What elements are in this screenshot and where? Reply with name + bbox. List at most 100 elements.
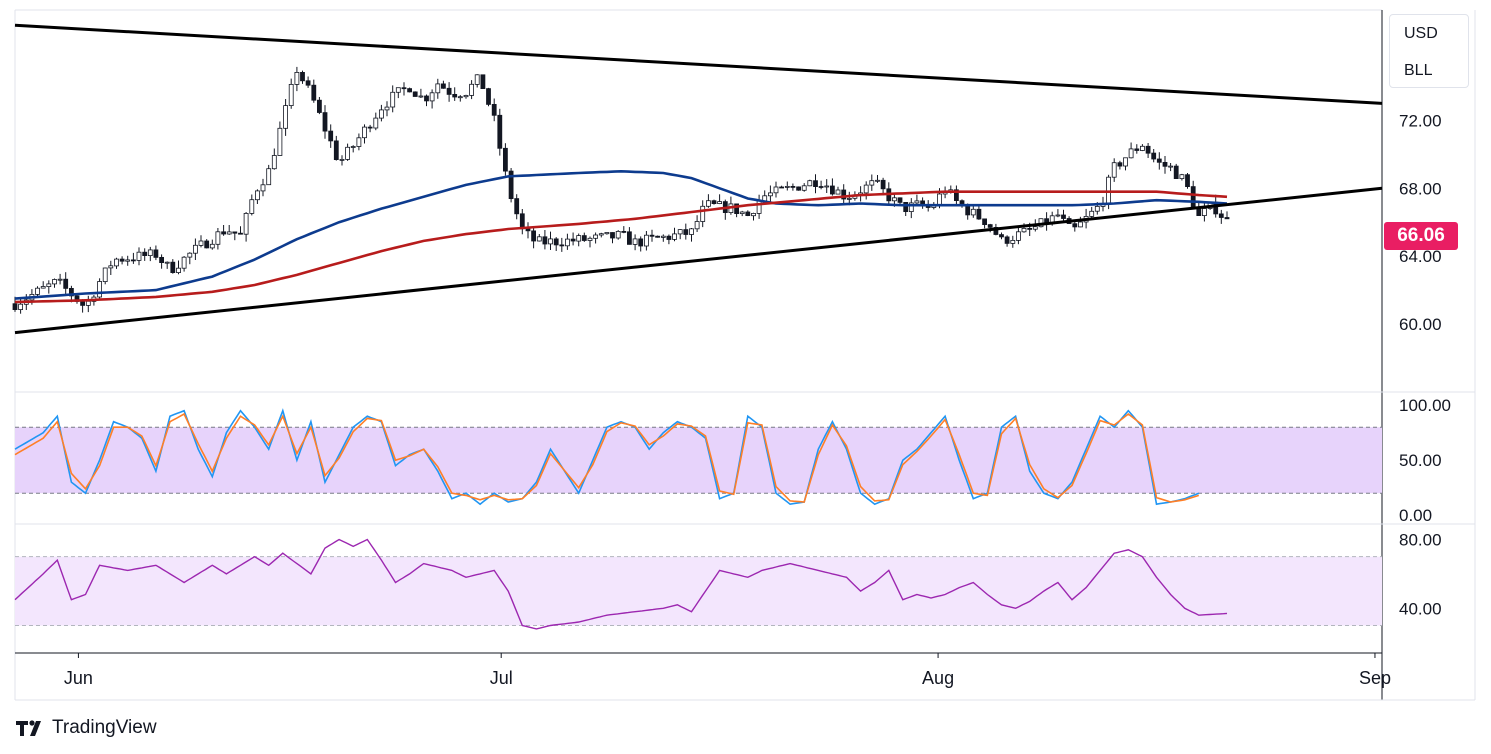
candle-body-60 xyxy=(350,146,356,148)
candle-body-5 xyxy=(40,286,46,289)
candle-body-202 xyxy=(1151,152,1157,160)
chart-canvas[interactable]: 72.00 68.00 64.00 60.00 100.00 50.00 0.00 80.00… xyxy=(0,0,1491,754)
candle-body-154 xyxy=(880,179,886,190)
candle-body-169 xyxy=(965,205,971,216)
date-tick-2: Aug xyxy=(922,668,954,688)
candle-body-39 xyxy=(232,231,238,234)
candle-body-114 xyxy=(655,235,660,238)
price-tick-2: 64.00 xyxy=(1399,247,1442,266)
candle-body-31 xyxy=(187,252,193,258)
candle-body-111 xyxy=(638,238,644,247)
candle-body-36 xyxy=(215,231,221,245)
candle-body-192 xyxy=(1094,205,1100,212)
candle-body-67 xyxy=(390,91,396,108)
candle-body-198 xyxy=(1128,148,1134,159)
candle-body-200 xyxy=(1140,145,1145,151)
candle-body-90 xyxy=(519,213,525,230)
candle-body-75 xyxy=(435,83,441,94)
candle-body-66 xyxy=(384,106,390,111)
candle-body-199 xyxy=(1134,148,1140,151)
candle-body-98 xyxy=(565,238,570,247)
candle-body-55 xyxy=(322,112,328,132)
candle-body-106 xyxy=(610,232,615,239)
rsi-band xyxy=(15,556,1382,626)
candle-body-50 xyxy=(294,72,300,85)
candle-body-214 xyxy=(1218,213,1224,218)
candle-body-153 xyxy=(875,179,880,182)
price-tick-3: 60.00 xyxy=(1399,315,1442,334)
candle-body-136 xyxy=(779,186,784,189)
candle-body-85 xyxy=(491,104,497,116)
candle-body-17 xyxy=(108,265,114,269)
candle-body-41 xyxy=(243,212,249,235)
candle-body-196 xyxy=(1117,162,1123,167)
candle-body-42 xyxy=(249,199,255,214)
candle-body-131 xyxy=(751,212,756,217)
candle-body-189 xyxy=(1078,221,1083,228)
candle-body-0 xyxy=(12,303,18,311)
candle-body-21 xyxy=(130,259,136,262)
candle-body-18 xyxy=(114,258,119,267)
price-tick-0: 72.00 xyxy=(1399,111,1442,130)
candle-body-139 xyxy=(796,186,801,191)
candle-body-138 xyxy=(790,185,796,188)
candle-body-129 xyxy=(739,211,745,215)
candle-body-130 xyxy=(745,211,751,216)
candle-body-26 xyxy=(159,256,165,263)
candle-body-123 xyxy=(706,200,711,207)
candle-body-22 xyxy=(136,251,142,261)
candle-body-191 xyxy=(1089,210,1095,217)
candle-body-175 xyxy=(999,234,1004,238)
candle-body-15 xyxy=(97,281,102,298)
stochastic-tick-1: 50.00 xyxy=(1399,451,1442,470)
candle-body-57 xyxy=(333,140,339,160)
candle-body-185 xyxy=(1055,214,1061,217)
candle-body-62 xyxy=(362,126,367,139)
candle-body-121 xyxy=(694,221,700,230)
candle-body-54 xyxy=(316,99,322,113)
candle-body-120 xyxy=(689,228,694,235)
candle-body-37 xyxy=(221,231,227,235)
candle-body-7 xyxy=(52,279,57,285)
candle-body-141 xyxy=(807,180,813,187)
candle-body-77 xyxy=(446,87,452,95)
candle-body-194 xyxy=(1106,176,1111,204)
candle-body-100 xyxy=(576,235,582,242)
rsi-band-fill xyxy=(15,556,1382,626)
candle-body-53 xyxy=(311,84,317,101)
candle-body-20 xyxy=(125,259,131,262)
legend-box[interactable]: USD BLL xyxy=(1389,14,1469,88)
candle-body-45 xyxy=(266,168,272,186)
candle-body-80 xyxy=(463,95,469,98)
candle-body-107 xyxy=(615,230,621,239)
candle-body-179 xyxy=(1021,227,1027,233)
candle-body-72 xyxy=(418,95,424,98)
candle-body-201 xyxy=(1145,145,1151,154)
candle-body-19 xyxy=(119,258,125,262)
candle-body-52 xyxy=(305,80,311,86)
candle-body-30 xyxy=(181,256,187,269)
candle-body-95 xyxy=(548,238,553,245)
candle-body-78 xyxy=(452,94,458,98)
candle-body-215 xyxy=(1224,217,1230,220)
rsi-tick-0: 80.00 xyxy=(1399,531,1442,550)
candle-body-81 xyxy=(469,83,475,96)
candle-body-97 xyxy=(559,244,565,247)
candle-body-1 xyxy=(18,303,24,311)
candle-body-43 xyxy=(254,190,260,201)
candle-body-110 xyxy=(632,238,638,245)
brand-logo: TradingView xyxy=(16,716,157,740)
candle-body-23 xyxy=(142,251,148,256)
candle-body-51 xyxy=(300,72,305,82)
candle-body-104 xyxy=(598,233,604,236)
candle-body-170 xyxy=(970,208,976,216)
candle-body-208 xyxy=(1185,174,1190,187)
candle-body-113 xyxy=(649,234,655,237)
candle-body-87 xyxy=(502,147,508,172)
candle-body-61 xyxy=(356,137,362,147)
candle-body-195 xyxy=(1111,162,1117,178)
candle-body-65 xyxy=(378,109,384,119)
candle-body-157 xyxy=(897,197,903,203)
candle-body-117 xyxy=(672,233,677,240)
candle-body-105 xyxy=(604,232,610,235)
